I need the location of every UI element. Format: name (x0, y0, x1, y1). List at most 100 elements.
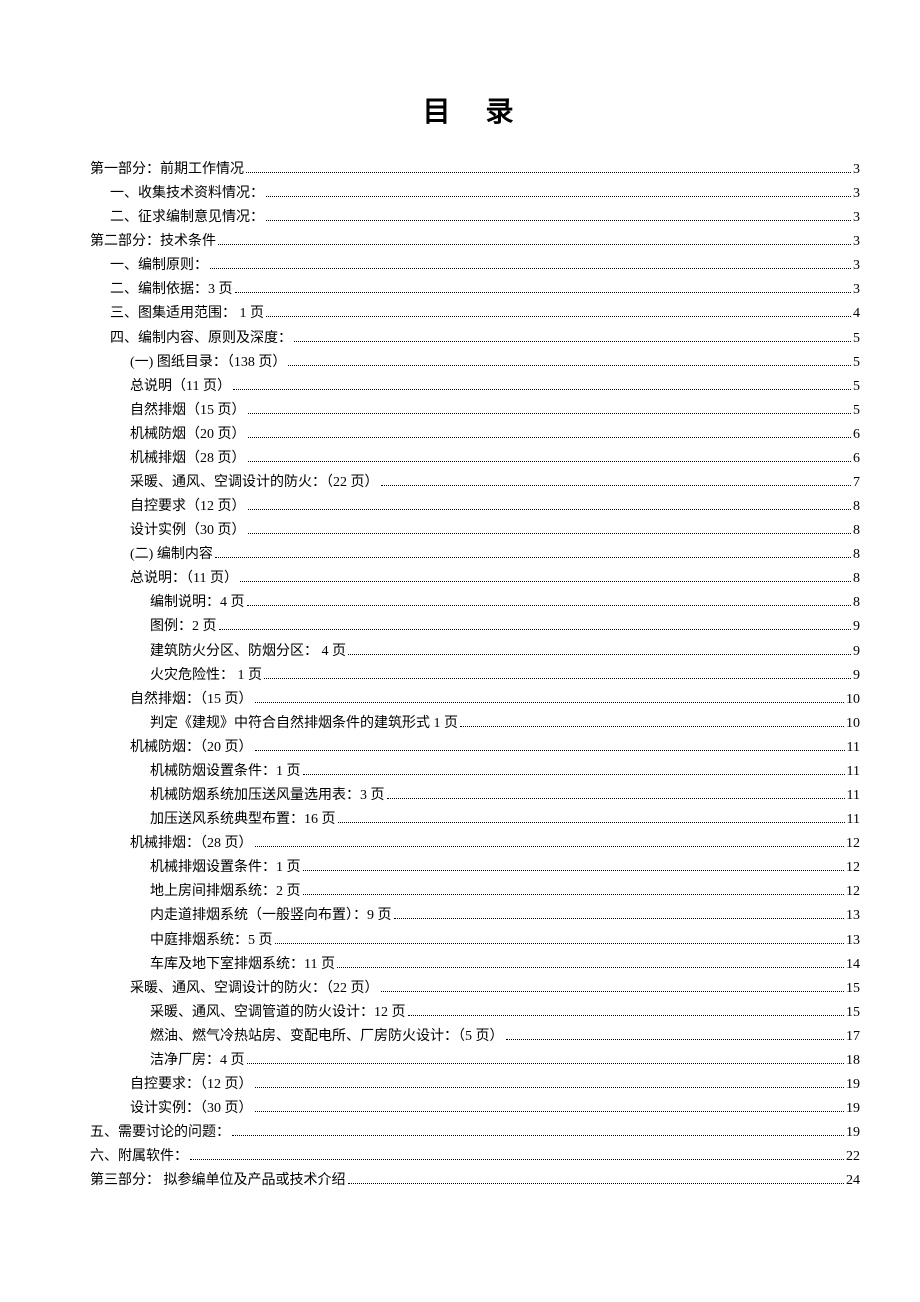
toc-entry: 采暖、通风、空调设计的防火：（22 页）7 (90, 471, 860, 495)
toc-label: 机械排烟（28 页） (130, 447, 246, 471)
toc-label: 第三部分： 拟参编单位及产品或技术介绍 (90, 1169, 346, 1193)
toc-leader-dots (190, 1159, 844, 1160)
toc-label: 第二部分：技术条件 (90, 230, 216, 254)
toc-page-number: 9 (853, 615, 860, 639)
toc-page-number: 6 (853, 423, 860, 447)
toc-leader-dots (232, 1135, 844, 1136)
toc-page-number: 3 (853, 254, 860, 278)
toc-page-number: 8 (853, 567, 860, 591)
toc-label: 自控要求：（12 页） (130, 1073, 253, 1097)
toc-page-number: 11 (847, 808, 860, 832)
toc-leader-dots (408, 1015, 845, 1016)
toc-page-number: 11 (847, 760, 860, 784)
toc-leader-dots (348, 654, 851, 655)
toc-page-number: 12 (846, 856, 860, 880)
toc-page-number: 8 (853, 519, 860, 543)
toc-label: 二、编制依据：3 页 (110, 278, 233, 302)
toc-entry: 自然排烟（15 页）5 (90, 399, 860, 423)
toc-leader-dots (247, 1063, 845, 1064)
toc-entry: 机械排烟（28 页）6 (90, 447, 860, 471)
toc-leader-dots (338, 822, 845, 823)
toc-label: 加压送风系统典型布置：16 页 (150, 808, 336, 832)
toc-entry: 采暖、通风、空调设计的防火：（22 页）15 (90, 977, 860, 1001)
toc-label: 燃油、燃气冷热站房、变配电所、厂房防火设计：（5 页） (150, 1025, 504, 1049)
toc-label: 六、附属软件： (90, 1145, 188, 1169)
toc-label: 洁净厂房：4 页 (150, 1049, 245, 1073)
toc-label: 编制说明：4 页 (150, 591, 245, 615)
toc-label: 地上房间排烟系统：2 页 (150, 880, 301, 904)
toc-page-number: 3 (853, 278, 860, 302)
toc-leader-dots (219, 629, 852, 630)
toc-label: 机械防烟（20 页） (130, 423, 246, 447)
toc-entry: 五、需要讨论的问题： 19 (90, 1121, 860, 1145)
toc-leader-dots (264, 678, 851, 679)
toc-leader-dots (394, 918, 845, 919)
toc-leader-dots (248, 533, 852, 534)
toc-label: 总说明（11 页） (130, 375, 231, 399)
toc-label: 自然排烟：（15 页） (130, 688, 253, 712)
toc-leader-dots (294, 341, 851, 342)
toc-label: 火灾危险性： 1 页 (150, 664, 262, 688)
toc-page-number: 14 (846, 953, 860, 977)
toc-label: 设计实例：（30 页） (130, 1097, 253, 1121)
toc-page-number: 8 (853, 591, 860, 615)
toc-page-number: 3 (853, 230, 860, 254)
toc-leader-dots (460, 726, 844, 727)
toc-leader-dots (210, 268, 851, 269)
toc-leader-dots (381, 991, 845, 992)
toc-page-number: 12 (846, 880, 860, 904)
toc-leader-dots (506, 1039, 845, 1040)
toc-page-number: 5 (853, 399, 860, 423)
toc-page-number: 11 (847, 736, 860, 760)
toc-entry: 洁净厂房：4 页 18 (90, 1049, 860, 1073)
toc-entry: 六、附属软件：22 (90, 1145, 860, 1169)
toc-entry: 第三部分： 拟参编单位及产品或技术介绍 24 (90, 1169, 860, 1193)
toc-leader-dots (246, 172, 851, 173)
toc-leader-dots (233, 389, 851, 390)
toc-entry: 二、编制依据：3 页 3 (90, 278, 860, 302)
toc-entry: 四、编制内容、原则及深度：5 (90, 327, 860, 351)
toc-entry: 内走道排烟系统（一般竖向布置）：9 页13 (90, 904, 860, 928)
toc-leader-dots (348, 1183, 845, 1184)
toc-label: 内走道排烟系统（一般竖向布置）：9 页 (150, 904, 392, 928)
toc-label: 机械防烟系统加压送风量选用表：3 页 (150, 784, 385, 808)
toc-page-number: 3 (853, 206, 860, 230)
toc-label: 车库及地下室排烟系统：11 页 (150, 953, 335, 977)
toc-entry: 设计实例：（30 页）19 (90, 1097, 860, 1121)
toc-page-number: 5 (853, 351, 860, 375)
toc-entry: 燃油、燃气冷热站房、变配电所、厂房防火设计：（5 页）17 (90, 1025, 860, 1049)
toc-page-number: 19 (846, 1121, 860, 1145)
toc-entry: 自控要求：（12 页）19 (90, 1073, 860, 1097)
toc-leader-dots (288, 365, 851, 366)
toc-leader-dots (255, 750, 845, 751)
toc-page-number: 18 (846, 1049, 860, 1073)
toc-label: 一、收集技术资料情况： (110, 182, 264, 206)
toc-entry: 图例：2 页9 (90, 615, 860, 639)
toc-label: 五、需要讨论的问题： (90, 1121, 230, 1145)
toc-entry: 机械防烟：（20 页）11 (90, 736, 860, 760)
toc-entry: 火灾危险性： 1 页 9 (90, 664, 860, 688)
toc-page-number: 9 (853, 640, 860, 664)
toc-entry: 自控要求（12 页）8 (90, 495, 860, 519)
toc-entry: 机械防烟系统加压送风量选用表：3 页11 (90, 784, 860, 808)
toc-leader-dots (255, 1087, 845, 1088)
toc-page-number: 10 (846, 688, 860, 712)
toc-page-number: 12 (846, 832, 860, 856)
toc-page-number: 24 (846, 1169, 860, 1193)
toc-label: 第一部分：前期工作情况 (90, 158, 244, 182)
toc-page-number: 9 (853, 664, 860, 688)
toc-entry: 机械防烟（20 页） 6 (90, 423, 860, 447)
toc-label: 建筑防火分区、防烟分区： 4 页 (150, 640, 346, 664)
toc-page-number: 3 (853, 182, 860, 206)
toc-leader-dots (387, 798, 845, 799)
toc-leader-dots (240, 581, 851, 582)
toc-leader-dots (266, 220, 851, 221)
toc-label: 三、图集适用范围： 1 页 (110, 302, 264, 326)
toc-entry: 第一部分：前期工作情况3 (90, 158, 860, 182)
page-title: 目 录 (90, 90, 860, 130)
toc-entry: 建筑防火分区、防烟分区： 4 页 9 (90, 640, 860, 664)
table-of-contents: 第一部分：前期工作情况3一、收集技术资料情况：3二、征求编制意见情况：3第二部分… (90, 158, 860, 1193)
toc-leader-dots (381, 485, 852, 486)
toc-entry: 中庭排烟系统：5 页13 (90, 929, 860, 953)
toc-entry: 一、收集技术资料情况： 3 (90, 182, 860, 206)
